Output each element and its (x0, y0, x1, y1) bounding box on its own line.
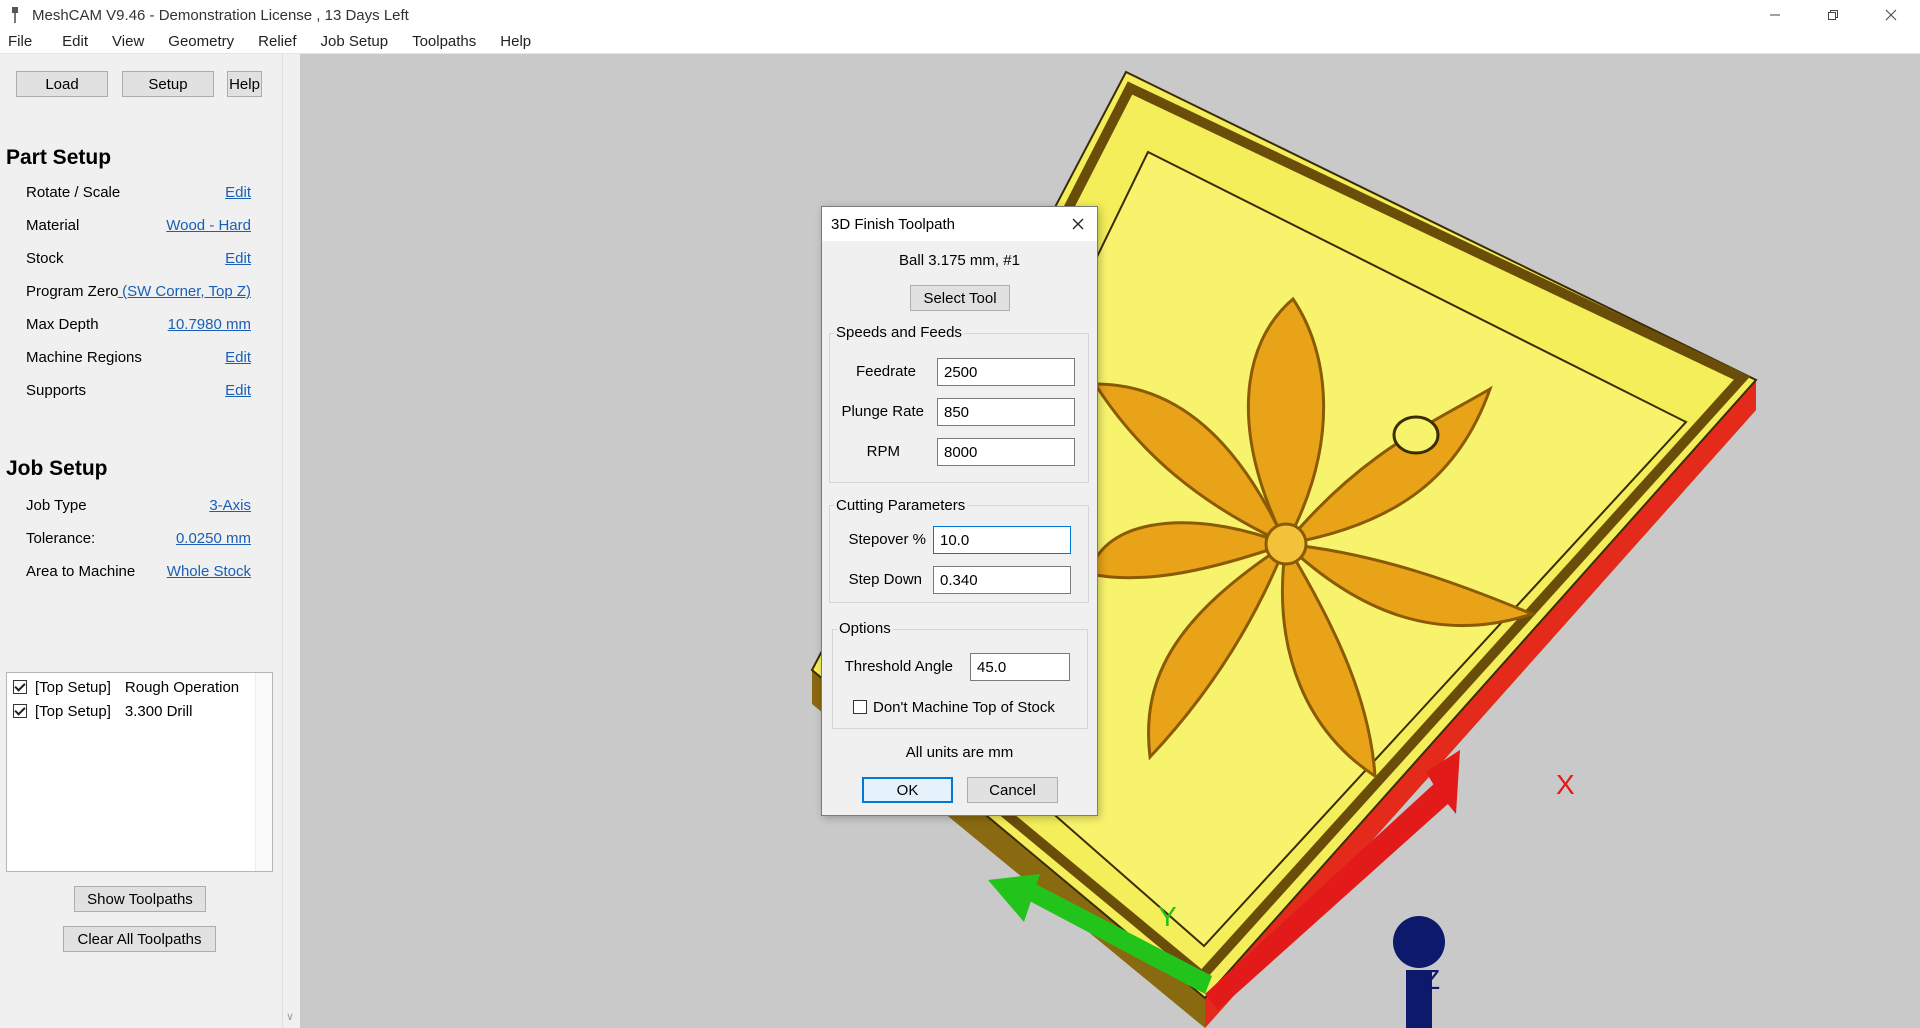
list-item[interactable]: [Top Setup] Rough Operation (13, 677, 239, 697)
feedrate-label: Feedrate (855, 363, 916, 380)
rotate-scale-edit-link[interactable]: Edit (225, 184, 251, 201)
x-axis-label: X (1556, 769, 1575, 800)
program-zero-link[interactable]: (SW Corner, Top Z) (118, 283, 251, 300)
material-label: Material (26, 217, 80, 234)
operations-list-scrollbar[interactable] (255, 673, 272, 871)
speeds-feeds-title: Speeds and Feeds (834, 324, 964, 341)
material-link[interactable]: Wood - Hard (166, 217, 251, 234)
menu-bar: File Edit View Geometry Relief Job Setup… (0, 30, 1920, 54)
max-depth-link[interactable]: 10.7980 mm (168, 316, 251, 333)
help-button[interactable]: Help (227, 71, 262, 97)
operation-name: 3.300 Drill (124, 702, 193, 720)
menu-edit[interactable]: Edit (44, 33, 100, 50)
tolerance-label: Tolerance: (26, 530, 96, 547)
menu-toolpaths[interactable]: Toolpaths (400, 33, 488, 50)
stock-edit-link[interactable]: Edit (225, 250, 251, 267)
stepover-input[interactable]: 10.0 (933, 526, 1071, 554)
operation-checkbox[interactable] (13, 680, 27, 694)
z-axis-label: Z (1423, 964, 1440, 995)
operations-list[interactable]: [Top Setup] Rough Operation [Top Setup] … (6, 672, 273, 872)
menu-help[interactable]: Help (488, 33, 543, 50)
minimize-icon[interactable] (1746, 0, 1804, 30)
machine-regions-label: Machine Regions (26, 349, 142, 366)
window-title: MeshCAM V9.46 - Demonstration License , … (32, 6, 409, 24)
rpm-label: RPM (866, 443, 900, 460)
dialog-title-bar: 3D Finish Toolpath (822, 207, 1097, 241)
max-depth-label: Max Depth (26, 316, 99, 333)
threshold-angle-input[interactable]: 45.0 (970, 653, 1070, 681)
rotate-scale-label: Rotate / Scale (26, 184, 121, 201)
supports-label: Supports (26, 382, 87, 399)
menu-view[interactable]: View (100, 33, 156, 50)
close-icon[interactable] (1067, 213, 1089, 235)
y-axis-label: Y (1158, 901, 1177, 932)
options-title: Options (837, 620, 893, 637)
step-down-label: Step Down (848, 571, 922, 588)
dont-machine-top-checkbox[interactable] (853, 700, 867, 714)
clear-all-toolpaths-button[interactable]: Clear All Toolpaths (63, 926, 216, 952)
step-down-input[interactable]: 0.340 (933, 566, 1071, 594)
operation-setup: [Top Setup] (35, 702, 111, 720)
3d-viewport[interactable]: X Y Z (300, 54, 1920, 1028)
3d-finish-toolpath-dialog: 3D Finish Toolpath Ball 3.175 mm, #1 Sel… (821, 206, 1098, 816)
tool-description: Ball 3.175 mm, #1 (899, 252, 1020, 269)
menu-relief[interactable]: Relief (246, 33, 308, 50)
plunge-rate-input[interactable]: 850 (937, 398, 1075, 426)
menu-job-setup[interactable]: Job Setup (309, 33, 401, 50)
operation-setup: [Top Setup] (35, 678, 111, 696)
left-panel: Load Setup Help Part Setup Rotate / Scal… (0, 54, 300, 1028)
stock-label: Stock (26, 250, 64, 267)
load-button[interactable]: Load (16, 71, 108, 97)
stepover-label: Stepover % (848, 531, 926, 548)
area-to-machine-link[interactable]: Whole Stock (167, 563, 251, 580)
area-to-machine-label: Area to Machine (26, 563, 136, 580)
menu-file[interactable]: File (0, 33, 44, 50)
program-zero-label: Program Zero (26, 283, 119, 300)
tolerance-link[interactable]: 0.0250 mm (176, 530, 251, 547)
cancel-button[interactable]: Cancel (967, 777, 1058, 803)
setup-button[interactable]: Setup (122, 71, 214, 97)
rpm-input[interactable]: 8000 (937, 438, 1075, 466)
meshcam-app-icon (12, 7, 18, 23)
threshold-angle-label: Threshold Angle (844, 658, 953, 675)
part-render: X Y Z (810, 70, 1758, 1028)
show-toolpaths-button[interactable]: Show Toolpaths (74, 886, 206, 912)
drill-hole (1392, 415, 1440, 455)
title-bar: MeshCAM V9.46 - Demonstration License , … (0, 0, 1920, 30)
select-tool-button[interactable]: Select Tool (910, 285, 1010, 311)
flower-center (1264, 522, 1308, 566)
job-type-link[interactable]: 3-Axis (209, 497, 251, 514)
cutting-parameters-title: Cutting Parameters (834, 497, 968, 514)
left-panel-scrollbar[interactable] (282, 54, 300, 1028)
operation-name: Rough Operation (124, 678, 240, 696)
units-note: All units are mm (905, 744, 1014, 761)
part-setup-title: Part Setup (6, 146, 112, 169)
plunge-rate-label: Plunge Rate (841, 403, 924, 420)
job-setup-title: Job Setup (6, 457, 108, 480)
operation-checkbox[interactable] (13, 704, 27, 718)
scroll-down-icon[interactable]: ∨ (286, 1010, 294, 1023)
close-icon[interactable] (1862, 0, 1920, 30)
machine-regions-edit-link[interactable]: Edit (225, 349, 251, 366)
list-item[interactable]: [Top Setup] 3.300 Drill (13, 701, 192, 721)
restore-icon[interactable] (1804, 0, 1862, 30)
dialog-title: 3D Finish Toolpath (831, 215, 955, 233)
job-type-label: Job Type (26, 497, 87, 514)
feedrate-input[interactable]: 2500 (937, 358, 1075, 386)
dont-machine-top-label: Don't Machine Top of Stock (873, 699, 1055, 716)
supports-edit-link[interactable]: Edit (225, 382, 251, 399)
ok-button[interactable]: OK (862, 777, 953, 803)
menu-geometry[interactable]: Geometry (156, 33, 246, 50)
